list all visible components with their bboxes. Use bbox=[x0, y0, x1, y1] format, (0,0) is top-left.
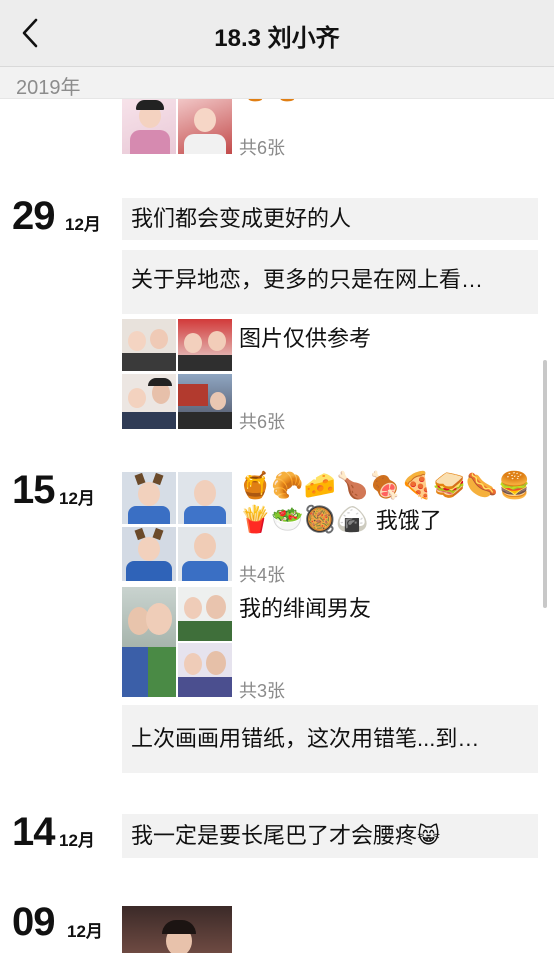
photo-thumbnail[interactable] bbox=[122, 906, 232, 953]
photo-thumbnail[interactable] bbox=[178, 527, 232, 581]
navigation-bar: 18.3 刘小齐 bbox=[0, 0, 554, 67]
date-month: 12月 bbox=[59, 489, 95, 508]
year-label: 2019年 bbox=[16, 77, 81, 99]
text-post[interactable]: 上次画画用错纸，这次用错笔...到… bbox=[122, 705, 538, 773]
photo-thumbnail[interactable] bbox=[122, 98, 176, 154]
photo-caption: 我的绯闻男友 bbox=[239, 596, 372, 621]
photo-thumbnail[interactable] bbox=[122, 587, 176, 697]
photo-thumbnail[interactable] bbox=[122, 527, 176, 581]
emoji-post-text: 🍯🥐🧀🍗🍖🍕🥪🌭🍔🍟🥗🥘🍙 我饿了 bbox=[239, 468, 539, 538]
date-month: 12月 bbox=[59, 831, 95, 850]
year-header: 2019年 bbox=[0, 67, 554, 99]
text-post[interactable]: 我们都会变成更好的人 bbox=[122, 198, 538, 240]
photo-count: 共6张 bbox=[239, 138, 286, 158]
photo-thumbnail[interactable] bbox=[122, 374, 176, 429]
photo-thumbnail[interactable] bbox=[178, 374, 232, 429]
photo-thumbnail[interactable] bbox=[178, 472, 232, 524]
text-post[interactable]: 我一定是要长尾巴了才会腰疼😸 bbox=[122, 814, 538, 858]
photo-caption: 图片仅供参考 bbox=[239, 326, 372, 351]
date-day: 09 bbox=[12, 900, 55, 944]
photo-thumbnail[interactable] bbox=[178, 587, 232, 641]
emoji-post-caption: 我饿了 bbox=[375, 508, 442, 533]
date-day: 29 bbox=[12, 194, 55, 238]
photo-thumbnail[interactable] bbox=[178, 98, 232, 154]
photo-count: 共3张 bbox=[239, 681, 286, 701]
photo-thumbnail[interactable] bbox=[122, 472, 176, 524]
photo-thumbnail[interactable] bbox=[178, 319, 232, 371]
date-day: 14 bbox=[12, 810, 55, 854]
photo-count: 共6张 bbox=[239, 412, 286, 432]
scrollbar[interactable] bbox=[543, 360, 547, 608]
photo-count: 共4张 bbox=[239, 565, 286, 585]
page-title: 18.3 刘小齐 bbox=[214, 25, 340, 52]
text-post[interactable]: 关于异地恋，更多的只是在网上看… bbox=[122, 250, 538, 314]
date-month: 12月 bbox=[67, 922, 103, 941]
photo-thumbnail[interactable] bbox=[122, 319, 176, 371]
date-month: 12月 bbox=[65, 215, 101, 234]
date-day: 15 bbox=[12, 468, 55, 512]
photo-thumbnail[interactable] bbox=[178, 643, 232, 697]
